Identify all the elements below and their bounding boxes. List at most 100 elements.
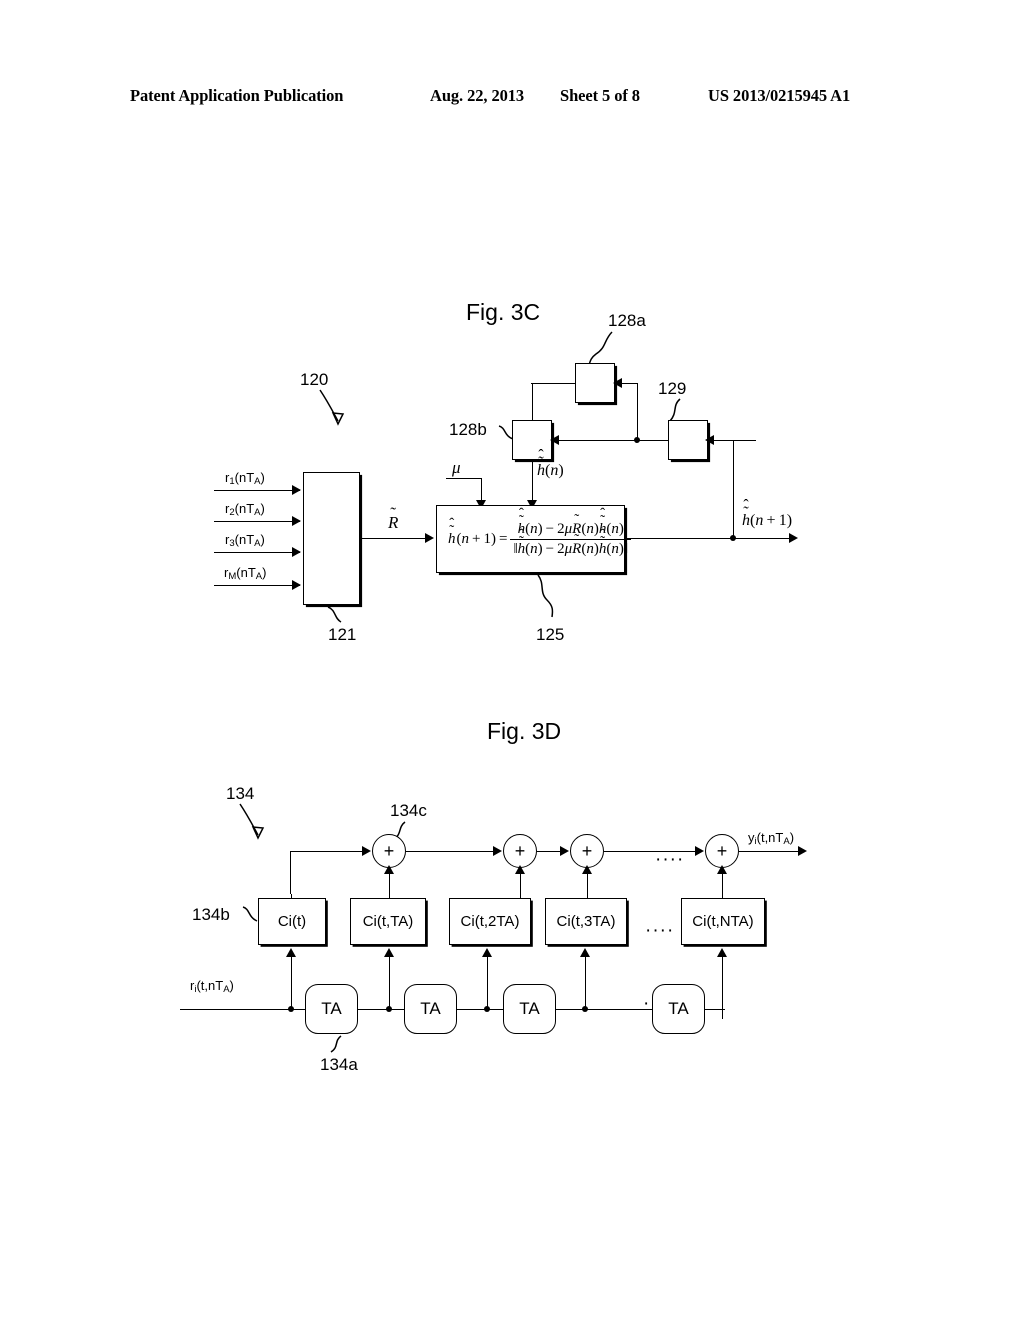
wire-129-in bbox=[708, 440, 756, 441]
signal-R-tilde: ˜ R bbox=[388, 504, 399, 532]
arrow-R-into-eq bbox=[425, 533, 434, 543]
wire-r3 bbox=[214, 552, 300, 553]
wire-r2 bbox=[214, 521, 300, 522]
arrow-c4-to-adder3 bbox=[582, 865, 592, 874]
adder-symbol-2: + bbox=[514, 841, 526, 861]
wire-output-h bbox=[625, 538, 796, 539]
input-label-r: ri(t,nTA) bbox=[190, 978, 234, 995]
wire-ta3-ta4 bbox=[556, 1009, 653, 1010]
wire-output-y bbox=[739, 851, 805, 852]
arrow-into-adder-3 bbox=[560, 846, 569, 856]
ellipsis-adder-row: ···· bbox=[655, 849, 685, 870]
wire-R-tilde bbox=[360, 538, 432, 539]
arrow-tap1-to-c1 bbox=[286, 948, 296, 957]
wire-left-riser bbox=[290, 851, 291, 894]
coefficient-box-2-label: Ci(t,TA) bbox=[362, 913, 414, 930]
wire-tap1-to-c1 bbox=[291, 951, 292, 1008]
arrow-r2 bbox=[292, 516, 301, 526]
delay-box-2: TA bbox=[404, 984, 457, 1034]
wire-into-adder-1 bbox=[290, 851, 369, 852]
leader-134 bbox=[239, 803, 265, 840]
adder-symbol-4: + bbox=[716, 841, 728, 861]
wire-c1-up-stub bbox=[291, 894, 292, 898]
signal-h-n-plus-1: ̂˜h(n + 1) bbox=[742, 504, 793, 529]
wire-ta2-ta3 bbox=[457, 1009, 503, 1010]
arrow-tap2-to-c2 bbox=[384, 948, 394, 957]
wire-ta1-ta2 bbox=[358, 1009, 404, 1010]
ref-134: 134 bbox=[226, 784, 255, 803]
arrow-into-128b bbox=[550, 435, 559, 445]
tap-dot-1 bbox=[288, 1006, 294, 1012]
ref-134a: 134a bbox=[320, 1055, 358, 1074]
delay-box-3-label: TA bbox=[519, 999, 540, 1018]
adder-4: + bbox=[705, 834, 739, 868]
block-121-correlator bbox=[303, 472, 360, 605]
adder-symbol-3: + bbox=[581, 841, 593, 861]
ref-134b: 134b bbox=[192, 905, 230, 924]
wire-junction-to-128a bbox=[637, 383, 638, 440]
delay-box-3: TA bbox=[503, 984, 556, 1034]
delay-box-2-label: TA bbox=[420, 999, 441, 1018]
arrow-r3 bbox=[292, 547, 301, 557]
coefficient-box-3-label: Ci(t,2TA) bbox=[460, 913, 520, 930]
wire-tap4-to-c4 bbox=[585, 951, 586, 1008]
input-label-r3: r3(nTA) bbox=[225, 532, 265, 549]
adder-3: + bbox=[570, 834, 604, 868]
delay-box-4-label: TA bbox=[668, 999, 689, 1018]
signal-mu: μ bbox=[452, 458, 461, 477]
ref-125: 125 bbox=[536, 625, 565, 644]
ellipsis-coefficient-row: ···· bbox=[645, 920, 675, 941]
coefficient-box-1-label: Ci(t) bbox=[277, 913, 307, 930]
leader-120 bbox=[319, 389, 345, 426]
update-equation: ̂˜h(n + 1) = ̂˜h(n) − 2μ˜R(n)̂˜h(n) ‖̂˜h… bbox=[448, 512, 632, 562]
arrow-into-129 bbox=[705, 435, 714, 445]
coefficient-box-3: Ci(t,2TA) bbox=[449, 898, 531, 945]
wire-r1 bbox=[214, 490, 300, 491]
fig-3c-title: Fig. 3C bbox=[466, 299, 541, 325]
wire-ta4-out bbox=[705, 1009, 725, 1010]
arrow-tap5-to-c5 bbox=[717, 948, 727, 957]
coefficient-box-2: Ci(t,TA) bbox=[350, 898, 426, 945]
arrow-output-y bbox=[798, 846, 807, 856]
arrow-c5-to-adder4 bbox=[717, 865, 727, 874]
ref-129: 129 bbox=[658, 379, 687, 398]
input-label-r2: r2(nTA) bbox=[225, 501, 265, 518]
arrow-into-adder-4 bbox=[695, 846, 704, 856]
coefficient-box-1: Ci(t) bbox=[258, 898, 326, 945]
fig-3d-title: Fig. 3D bbox=[487, 718, 562, 744]
wire-feedback-up bbox=[733, 440, 734, 538]
patent-drawing-page: Patent Application Publication Aug. 22, … bbox=[0, 0, 1024, 1320]
input-label-rM: rM(nTA) bbox=[224, 565, 267, 582]
ref-134c: 134c bbox=[390, 801, 427, 820]
block-129 bbox=[668, 420, 708, 460]
block-128a bbox=[575, 363, 615, 403]
coefficient-box-5-label: Ci(t,NTA) bbox=[692, 913, 754, 930]
arrow-r1 bbox=[292, 485, 301, 495]
header-date: Aug. 22, 2013 bbox=[430, 86, 525, 105]
mu-bar bbox=[446, 478, 481, 479]
header-patent-number: US 2013/0215945 A1 bbox=[708, 86, 851, 105]
arrow-c3-to-adder2 bbox=[515, 865, 525, 874]
wire-tap2-to-c2 bbox=[389, 951, 390, 1008]
wire-adder3-adder4 bbox=[604, 851, 702, 852]
block-128b bbox=[512, 420, 552, 460]
arrow-into-adder-2 bbox=[493, 846, 502, 856]
coefficient-box-5: Ci(t,NTA) bbox=[681, 898, 765, 945]
ref-121: 121 bbox=[328, 625, 357, 644]
delay-box-4: TA bbox=[652, 984, 705, 1034]
delay-box-1: TA bbox=[305, 984, 358, 1034]
wire-129-to-128b bbox=[552, 440, 668, 441]
wire-128a-out bbox=[531, 383, 575, 384]
ref-128b: 128b bbox=[449, 420, 487, 439]
adder-2: + bbox=[503, 834, 537, 868]
leader-125 bbox=[537, 574, 554, 618]
adder-symbol-1: + bbox=[383, 841, 395, 861]
arrow-c2-to-adder1 bbox=[384, 865, 394, 874]
wire-tap3-to-c3 bbox=[487, 951, 488, 1008]
ref-120: 120 bbox=[300, 370, 329, 389]
coefficient-box-4-label: Ci(t,3TA) bbox=[556, 913, 616, 930]
wire-rM bbox=[214, 585, 300, 586]
arrow-into-adder-1 bbox=[362, 846, 371, 856]
wire-128a-to-128b bbox=[532, 383, 533, 420]
coefficient-box-4: Ci(t,3TA) bbox=[545, 898, 627, 945]
